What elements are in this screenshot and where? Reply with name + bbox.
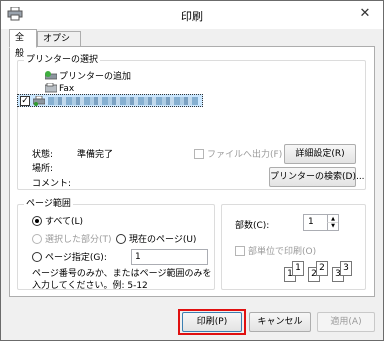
tab-general[interactable]: 全般 xyxy=(9,29,37,59)
radio-icon xyxy=(32,233,42,244)
add-printer-icon xyxy=(45,70,57,79)
page-range-hint: ページ番号のみか、またはページ範囲のみを入力してください。例: 5-12 xyxy=(32,269,212,291)
range-selection-label: 選択した部分(T) xyxy=(45,235,112,245)
radio-icon xyxy=(32,251,42,262)
range-pages-label: ページ指定(G): xyxy=(45,253,107,263)
range-current-page-label: 現在のページ(U) xyxy=(129,235,197,245)
status-value: 準備完了 xyxy=(77,150,114,160)
spin-down-button[interactable]: ▼ xyxy=(327,223,338,230)
radio-icon xyxy=(116,233,126,244)
printer-icon xyxy=(33,96,45,106)
page-glyph: 2 xyxy=(316,261,328,276)
checkbox-icon xyxy=(194,148,204,159)
cancel-button[interactable]: キャンセル xyxy=(249,312,311,332)
page-glyph: 1 xyxy=(292,261,304,276)
page-range-label: ページ範囲 xyxy=(24,199,73,210)
collate-pages-icon: 1 1 2 2 3 3 xyxy=(284,261,354,285)
spin-up-button[interactable]: ▲ xyxy=(327,215,338,223)
highlight-frame xyxy=(178,309,246,335)
print-dialog: 印刷 ✕ 全般 オプション プリンターの選択 ✓ プリンターの追加 Fax 状態… xyxy=(0,0,384,341)
find-printer-button[interactable]: プリンターの検索(D)... xyxy=(269,167,365,187)
printer-name-obscured xyxy=(48,97,198,105)
status-label: 状態: xyxy=(32,150,54,160)
collate-checkbox[interactable]: 部単位で印刷(O) xyxy=(235,245,317,258)
radio-selected-icon xyxy=(32,215,42,226)
apply-button[interactable]: 適用(A) xyxy=(317,312,375,332)
collate-label: 部単位で印刷(O) xyxy=(248,247,317,257)
checkbox-icon xyxy=(235,245,245,256)
printer-select-label: プリンターの選択 xyxy=(24,55,101,66)
tab-options[interactable]: オプション xyxy=(37,31,81,58)
page-glyph: 3 xyxy=(340,261,352,276)
range-pages-radio[interactable]: ページ指定(G): xyxy=(32,251,107,264)
fax-label: Fax xyxy=(59,84,75,94)
fax-item[interactable]: Fax xyxy=(45,82,75,96)
advanced-settings-button[interactable]: 詳細設定(R) xyxy=(284,144,356,164)
close-button[interactable]: ✕ xyxy=(353,4,377,24)
fax-icon xyxy=(45,82,57,92)
chevron-down-icon: ▼ xyxy=(331,223,335,229)
title-bar: 印刷 ✕ xyxy=(1,1,383,29)
page-range-input[interactable]: 1 xyxy=(131,249,208,265)
copies-stepper[interactable]: 1 ▲ ▼ xyxy=(303,214,339,231)
copies-value: 1 xyxy=(308,217,314,227)
range-selection-radio[interactable]: 選択した部分(T) xyxy=(32,233,112,246)
range-all-label: すべて(L) xyxy=(45,217,84,227)
print-to-file-checkbox[interactable]: ファイルへ出力(F) xyxy=(194,148,283,161)
location-label: 場所: xyxy=(32,164,54,174)
comment-label: コメント: xyxy=(32,179,72,189)
print-to-file-label: ファイルへ出力(F) xyxy=(207,150,283,160)
range-current-page-radio[interactable]: 現在のページ(U) xyxy=(116,233,197,246)
window-title: 印刷 xyxy=(181,10,203,23)
add-printer-label: プリンターの追加 xyxy=(59,72,132,82)
chevron-up-icon: ▲ xyxy=(331,216,335,222)
copies-label: 部数(C): xyxy=(235,221,270,231)
default-printer-check-icon: ✓ xyxy=(20,96,30,106)
range-all-radio[interactable]: すべて(L) xyxy=(32,215,84,228)
